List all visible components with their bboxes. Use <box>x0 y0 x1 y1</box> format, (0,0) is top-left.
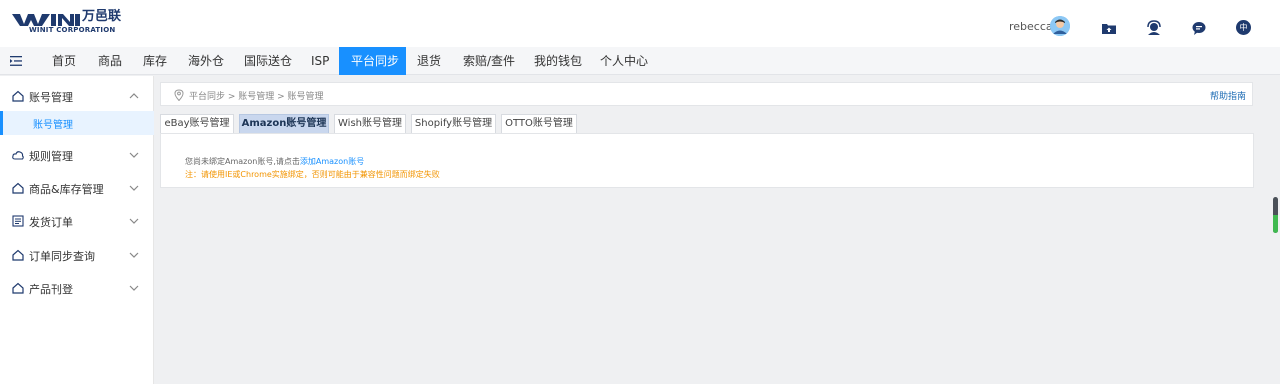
nav-item-claims[interactable]: 索赔/查件 <box>451 47 527 75</box>
avatar-person-icon <box>1050 16 1070 36</box>
sidebar-group-label: 账号管理 <box>29 91 73 104</box>
sidebar-group-rule-management[interactable]: 规则管理 <box>0 141 154 169</box>
upload-folder-icon[interactable] <box>1101 20 1117 36</box>
sidebar: 账号管理 账号管理 规则管理 商品&库存管理 发货订单 订单同步查询 产品刊登 <box>0 76 154 384</box>
home-icon <box>12 90 24 102</box>
sidebar-group-shipping-orders[interactable]: 发货订单 <box>0 207 154 235</box>
language-icon[interactable]: 中 <box>1236 20 1251 35</box>
sidebar-group-label: 发货订单 <box>29 216 73 229</box>
nav-item-returns[interactable]: 退货 <box>405 47 453 75</box>
location-pin-icon <box>174 89 184 101</box>
add-amazon-account-link[interactable]: 添加Amazon账号 <box>300 157 364 166</box>
tab-ebay-accounts[interactable]: eBay账号管理 <box>160 114 234 134</box>
logo-chinese-name: 万邑联 <box>82 9 122 24</box>
no-account-message: 您尚未绑定Amazon账号,请点击添加Amazon账号 <box>185 156 364 167</box>
home-icon <box>12 249 24 261</box>
amazon-account-panel: 您尚未绑定Amazon账号,请点击添加Amazon账号 注：请使用IE或Chro… <box>160 133 1254 188</box>
home-icon <box>12 182 24 194</box>
main-nav: 首页 商品 库存 海外仓 国际送仓 ISP 平台同步 退货 索赔/查件 我的钱包… <box>0 47 1280 75</box>
chevron-down-icon <box>129 285 139 291</box>
breadcrumb-path: 平台同步 > 账号管理 > 账号管理 <box>189 92 324 102</box>
chevron-down-icon <box>129 152 139 158</box>
nav-item-products[interactable]: 商品 <box>86 47 134 75</box>
sidebar-item-label: 账号管理 <box>33 120 73 131</box>
nav-item-wallet[interactable]: 我的钱包 <box>522 47 594 75</box>
user-name[interactable]: rebecca <box>1009 20 1053 33</box>
chat-bubble-icon[interactable] <box>1191 20 1207 36</box>
chevron-down-icon <box>129 218 139 224</box>
sidebar-group-label: 规则管理 <box>29 150 73 163</box>
tab-otto-accounts[interactable]: OTTO账号管理 <box>501 114 577 134</box>
sidebar-item-account-management[interactable]: 账号管理 <box>0 111 154 135</box>
tab-amazon-accounts[interactable]: Amazon账号管理 <box>239 114 329 134</box>
list-icon <box>12 215 24 227</box>
support-agent-icon[interactable] <box>1146 20 1162 36</box>
user-avatar[interactable] <box>1050 16 1070 36</box>
sidebar-group-label: 订单同步查询 <box>29 250 95 263</box>
sidebar-group-product-listing[interactable]: 产品刊登 <box>0 274 154 302</box>
help-guide-link[interactable]: 帮助指南 <box>1210 89 1246 102</box>
menu-toggle-icon[interactable] <box>10 55 22 67</box>
nav-item-international-delivery[interactable]: 国际送仓 <box>232 47 304 75</box>
no-account-message-text: 您尚未绑定Amazon账号,请点击 <box>185 157 300 166</box>
nav-item-isp[interactable]: ISP <box>299 47 341 75</box>
nav-item-platform-sync[interactable]: 平台同步 <box>339 47 406 75</box>
chevron-up-icon <box>129 93 139 99</box>
nav-item-overseas-warehouse[interactable]: 海外仓 <box>176 47 236 75</box>
logo-english-name: WINIT CORPORATION <box>29 26 116 34</box>
cloud-icon <box>12 151 24 160</box>
nav-item-home[interactable]: 首页 <box>40 47 88 75</box>
top-header: 万邑联 WINIT CORPORATION rebecca 中 <box>0 0 1280 47</box>
chevron-down-icon <box>129 252 139 258</box>
home-icon <box>12 282 24 294</box>
nav-item-inventory[interactable]: 库存 <box>131 47 179 75</box>
browser-compat-warning: 注：请使用IE或Chrome实施绑定，否则可能由于兼容性问题而绑定失败 <box>185 170 440 179</box>
sidebar-group-label: 商品&库存管理 <box>29 183 104 196</box>
sidebar-group-account-management[interactable]: 账号管理 <box>0 82 154 110</box>
tab-shopify-accounts[interactable]: Shopify账号管理 <box>411 114 496 134</box>
nav-item-profile[interactable]: 个人中心 <box>588 47 660 75</box>
page-scrollbar[interactable] <box>1273 197 1278 233</box>
tab-wish-accounts[interactable]: Wish账号管理 <box>334 114 406 134</box>
sidebar-group-product-inventory[interactable]: 商品&库存管理 <box>0 174 154 202</box>
sidebar-group-label: 产品刊登 <box>29 283 73 296</box>
winit-logo[interactable]: 万邑联 WINIT CORPORATION <box>12 9 122 36</box>
sidebar-group-order-sync-query[interactable]: 订单同步查询 <box>0 241 154 269</box>
chevron-down-icon <box>129 185 139 191</box>
breadcrumb: 平台同步 > 账号管理 > 账号管理 帮助指南 <box>160 82 1253 106</box>
